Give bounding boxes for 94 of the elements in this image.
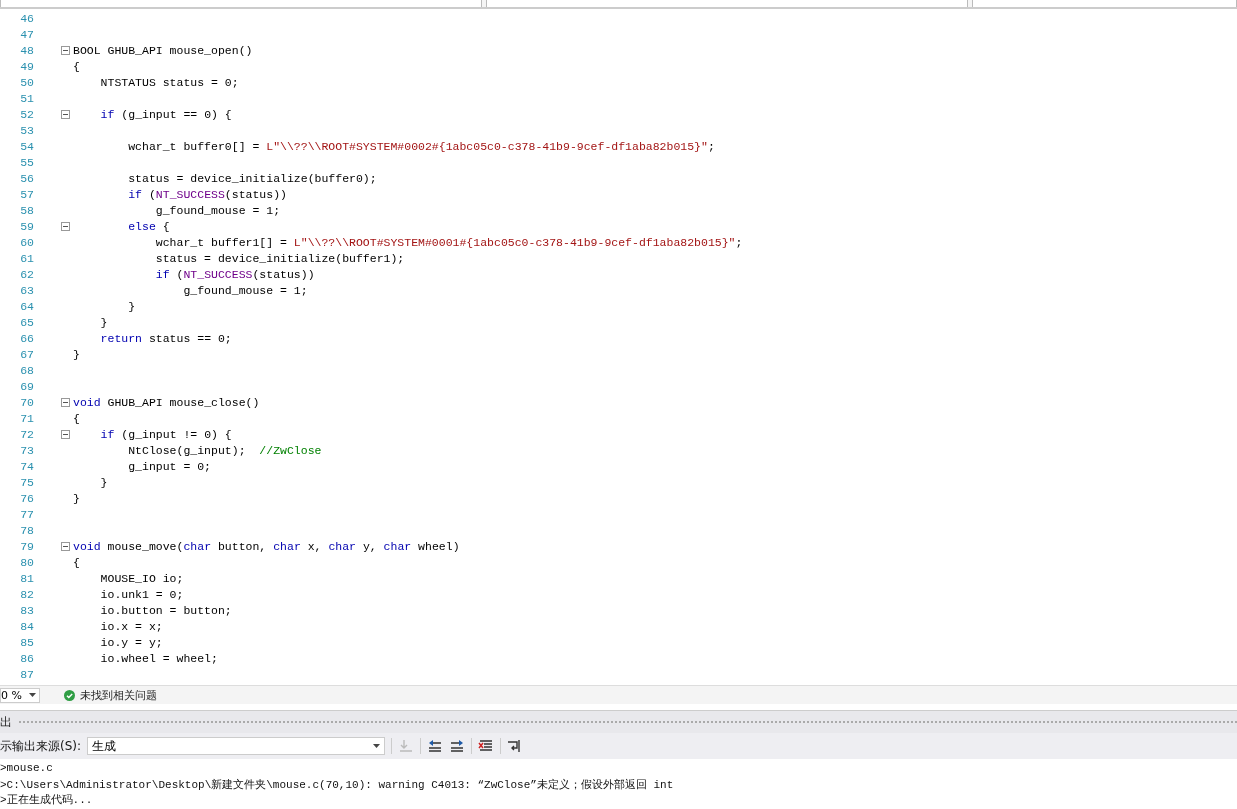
code-line: io.button = button;	[99, 603, 232, 617]
previous-message-icon[interactable]	[427, 739, 444, 753]
line-number: 62	[19, 267, 34, 281]
code-line: return status == 0;	[99, 331, 232, 345]
check-circle-icon	[64, 689, 75, 701]
code-line: if (NT_SUCCESS(status))	[154, 267, 315, 281]
line-number: 75	[19, 475, 34, 489]
code-line: {	[73, 59, 80, 73]
code-line: }	[73, 491, 80, 505]
line-number: 84	[19, 619, 34, 633]
line-number: 49	[19, 59, 34, 73]
line-number: 74	[19, 459, 34, 473]
next-message-icon[interactable]	[449, 739, 466, 753]
output-line: >C:\Users\Administrator\Desktop\新建文件夹\mouse.c(70,10): warning C4013: “ZwClose”未定义；假设外部返回 int	[0, 778, 675, 792]
code-line: if (g_input == 0) {	[99, 107, 232, 121]
line-number: 80	[19, 555, 34, 569]
code-line: {	[73, 411, 80, 425]
line-number: 55	[19, 155, 34, 169]
code-line: io.y = y;	[99, 635, 163, 649]
issues-status: 未找到相关问题	[80, 687, 157, 703]
line-number: 71	[19, 411, 34, 425]
source-dropdown[interactable]: 生成	[87, 737, 386, 755]
code-line: wchar_t buffer1[] = L"\\??\\ROOT#SYSTEM#0001#{1abc05c0-c378-41b9-9cef-df1aba82b015}";	[154, 235, 743, 249]
line-number: 63	[19, 283, 34, 297]
line-number: 69	[19, 379, 34, 393]
code-line: io.wheel = wheel;	[99, 651, 218, 665]
line-number: 72	[19, 427, 34, 441]
code-line: else {	[127, 219, 170, 233]
code-line: }	[99, 315, 108, 329]
line-number: 57	[19, 187, 34, 201]
line-number: 59	[19, 219, 34, 233]
code-line: }	[127, 299, 136, 313]
line-number: 66	[19, 331, 34, 345]
line-number: 53	[19, 123, 34, 137]
code-line: if (g_input != 0) {	[99, 427, 232, 441]
collapse-icon[interactable]	[61, 45, 70, 55]
line-number: 70	[19, 395, 34, 409]
code-line: void mouse_move(char button, char x, char y, char wheel)	[73, 539, 460, 553]
line-number: 56	[19, 171, 34, 185]
line-number: 77	[19, 507, 34, 521]
line-number: 52	[19, 107, 34, 121]
line-number: 83	[19, 603, 34, 617]
output-line: >mouse.c	[0, 762, 54, 776]
dropdown-arrow-icon	[373, 744, 381, 748]
line-number: 79	[19, 539, 34, 553]
code-line: g_found_mouse = 1;	[154, 203, 281, 217]
code-line: void GHUB_API mouse_close()	[73, 395, 260, 409]
source-label: 示输出来源(S):	[0, 737, 82, 755]
line-number: 86	[19, 651, 34, 665]
line-number: 81	[19, 571, 34, 585]
code-line: }	[99, 475, 108, 489]
line-number: 46	[19, 11, 34, 25]
line-number: 76	[19, 491, 34, 505]
line-number: 61	[19, 251, 34, 265]
code-line: BOOL GHUB_API mouse_open()	[73, 43, 253, 57]
line-number: 67	[19, 347, 34, 361]
line-number: 87	[19, 667, 34, 681]
output-line: >正在生成代码...	[0, 793, 94, 807]
code-line: io.unk1 = 0;	[99, 587, 184, 601]
line-number: 54	[19, 139, 34, 153]
collapse-icon[interactable]	[61, 429, 70, 439]
collapse-icon[interactable]	[61, 397, 70, 407]
line-number: 68	[19, 363, 34, 377]
line-number: 51	[19, 91, 34, 105]
line-number: 47	[19, 27, 34, 41]
code-line: MOUSE_IO io;	[99, 571, 184, 585]
code-line: g_found_mouse = 1;	[182, 283, 308, 297]
line-number: 82	[19, 587, 34, 601]
line-number: 78	[19, 523, 34, 537]
code-line: NTSTATUS status = 0;	[99, 75, 239, 89]
dropdown-arrow-icon	[29, 693, 36, 697]
line-number: 85	[19, 635, 34, 649]
panel-title: 出	[0, 713, 13, 731]
code-line: }	[73, 347, 80, 361]
code-line: io.x = x;	[99, 619, 163, 633]
collapse-icon[interactable]	[61, 109, 70, 119]
collapse-icon[interactable]	[61, 221, 70, 231]
line-number: 50	[19, 75, 34, 89]
code-line: {	[73, 555, 80, 569]
code-line: if (NT_SUCCESS(status))	[127, 187, 287, 201]
line-number: 64	[19, 299, 34, 313]
code-line: g_input = 0;	[127, 459, 212, 473]
line-number: 48	[19, 43, 34, 57]
collapse-icon[interactable]	[61, 541, 70, 551]
code-line: status = device_initialize(buffer1);	[154, 251, 405, 265]
code-line: status = device_initialize(buffer0);	[127, 171, 377, 185]
zoom-dropdown[interactable]: 0 %	[0, 687, 40, 703]
line-number: 65	[19, 315, 34, 329]
line-number: 73	[19, 443, 34, 457]
code-line: wchar_t buffer0[] = L"\\??\\ROOT#SYSTEM#0002#{1abc05c0-c378-41b9-9cef-df1aba82b015}";	[127, 139, 715, 153]
clear-all-icon[interactable]	[478, 739, 495, 753]
line-number: 60	[19, 235, 34, 249]
line-number: 58	[19, 203, 34, 217]
code-line: NtClose(g_input); //ZwClose	[127, 443, 322, 457]
